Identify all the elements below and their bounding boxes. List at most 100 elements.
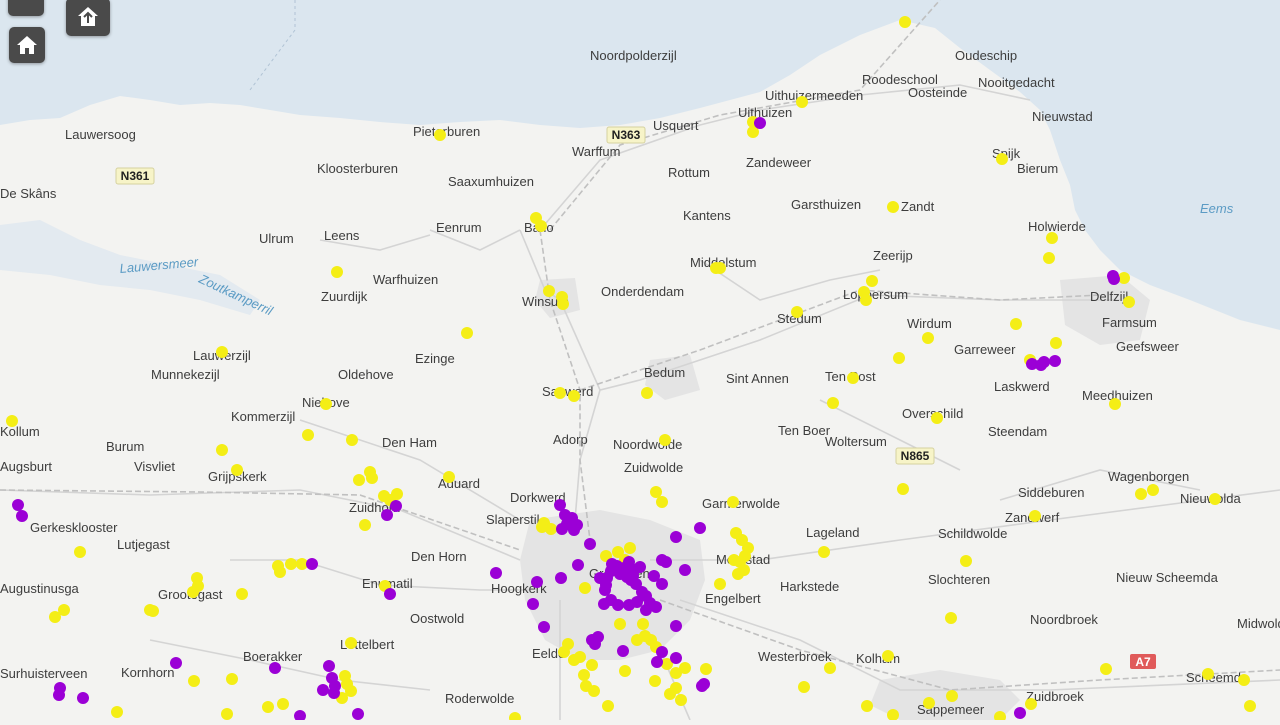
- map-marker-yellow[interactable]: [49, 611, 61, 623]
- map-marker-yellow[interactable]: [1135, 488, 1147, 500]
- map-marker-purple[interactable]: [384, 588, 396, 600]
- map-marker-yellow[interactable]: [74, 546, 86, 558]
- map-marker-purple[interactable]: [556, 523, 568, 535]
- map-marker-yellow[interactable]: [226, 673, 238, 685]
- map-marker-yellow[interactable]: [714, 262, 726, 274]
- map-marker-purple[interactable]: [170, 657, 182, 669]
- map-marker-yellow[interactable]: [827, 397, 839, 409]
- map-marker-purple[interactable]: [53, 689, 65, 701]
- map-marker-yellow[interactable]: [727, 496, 739, 508]
- map-marker-yellow[interactable]: [111, 706, 123, 718]
- map-marker-yellow[interactable]: [588, 685, 600, 697]
- map-marker-purple[interactable]: [16, 510, 28, 522]
- map-marker-purple[interactable]: [584, 538, 596, 550]
- map-marker-yellow[interactable]: [231, 464, 243, 476]
- map-marker-yellow[interactable]: [366, 472, 378, 484]
- map-marker-yellow[interactable]: [619, 665, 631, 677]
- map-marker-yellow[interactable]: [1025, 698, 1037, 710]
- map-marker-yellow[interactable]: [866, 275, 878, 287]
- map-marker-purple[interactable]: [538, 621, 550, 633]
- map-marker-yellow[interactable]: [791, 306, 803, 318]
- map-marker-purple[interactable]: [670, 620, 682, 632]
- map-marker-purple[interactable]: [568, 524, 580, 536]
- map-marker-yellow[interactable]: [650, 486, 662, 498]
- map-marker-purple[interactable]: [670, 531, 682, 543]
- map-marker-yellow[interactable]: [818, 546, 830, 558]
- map-marker-yellow[interactable]: [1244, 700, 1256, 712]
- map-marker-yellow[interactable]: [675, 694, 687, 706]
- map-marker-yellow[interactable]: [509, 712, 521, 724]
- map-marker-yellow[interactable]: [899, 16, 911, 28]
- map-marker-yellow[interactable]: [578, 669, 590, 681]
- map-marker-yellow[interactable]: [641, 387, 653, 399]
- export-button[interactable]: [66, 0, 110, 36]
- map-marker-yellow[interactable]: [574, 651, 586, 663]
- map-marker-yellow[interactable]: [353, 474, 365, 486]
- map-marker-yellow[interactable]: [847, 372, 859, 384]
- map-marker-yellow[interactable]: [586, 659, 598, 671]
- map-marker-yellow[interactable]: [1050, 337, 1062, 349]
- map-marker-yellow[interactable]: [893, 352, 905, 364]
- map-marker-purple[interactable]: [527, 598, 539, 610]
- map-marker-yellow[interactable]: [679, 662, 691, 674]
- map-marker-yellow[interactable]: [631, 634, 643, 646]
- map-marker-purple[interactable]: [594, 572, 606, 584]
- map-marker-yellow[interactable]: [1202, 668, 1214, 680]
- map-marker-purple[interactable]: [656, 578, 668, 590]
- map-marker-yellow[interactable]: [1147, 484, 1159, 496]
- map-marker-yellow[interactable]: [649, 675, 661, 687]
- map-marker-yellow[interactable]: [1238, 674, 1250, 686]
- map-marker-yellow[interactable]: [147, 605, 159, 617]
- map-marker-yellow[interactable]: [996, 153, 1008, 165]
- map-marker-yellow[interactable]: [188, 675, 200, 687]
- map-marker-yellow[interactable]: [637, 618, 649, 630]
- map-marker-purple[interactable]: [1049, 355, 1061, 367]
- map-marker-yellow[interactable]: [236, 588, 248, 600]
- map-marker-yellow[interactable]: [602, 700, 614, 712]
- map-marker-yellow[interactable]: [946, 690, 958, 702]
- map-marker-yellow[interactable]: [187, 586, 199, 598]
- map-marker-purple[interactable]: [617, 645, 629, 657]
- map-marker-yellow[interactable]: [732, 568, 744, 580]
- map-marker-yellow[interactable]: [887, 201, 899, 213]
- map-marker-yellow[interactable]: [557, 298, 569, 310]
- map-marker-yellow[interactable]: [1046, 232, 1058, 244]
- map-marker-yellow[interactable]: [860, 294, 872, 306]
- map-marker-purple[interactable]: [12, 499, 24, 511]
- map-marker-yellow[interactable]: [558, 646, 570, 658]
- map-marker-yellow[interactable]: [882, 650, 894, 662]
- map-marker-purple[interactable]: [269, 662, 281, 674]
- map-marker-yellow[interactable]: [359, 519, 371, 531]
- map-marker-yellow[interactable]: [262, 701, 274, 713]
- map-marker-yellow[interactable]: [728, 554, 740, 566]
- map-marker-yellow[interactable]: [824, 662, 836, 674]
- map-marker-yellow[interactable]: [535, 220, 547, 232]
- map-marker-purple[interactable]: [352, 708, 364, 720]
- map-marker-yellow[interactable]: [221, 708, 233, 720]
- map-marker-purple[interactable]: [317, 684, 329, 696]
- map-marker-yellow[interactable]: [346, 434, 358, 446]
- map-marker-yellow[interactable]: [545, 523, 557, 535]
- map-marker-purple[interactable]: [1035, 359, 1047, 371]
- map-marker-yellow[interactable]: [543, 285, 555, 297]
- map-marker-yellow[interactable]: [1109, 398, 1121, 410]
- map-marker-yellow[interactable]: [659, 434, 671, 446]
- map-marker-yellow[interactable]: [554, 387, 566, 399]
- map-marker-yellow[interactable]: [331, 266, 343, 278]
- map-marker-yellow[interactable]: [461, 327, 473, 339]
- map-marker-yellow[interactable]: [861, 700, 873, 712]
- map-marker-yellow[interactable]: [345, 637, 357, 649]
- map-marker-purple[interactable]: [77, 692, 89, 704]
- map-marker-purple[interactable]: [1014, 707, 1026, 719]
- map-marker-yellow[interactable]: [443, 471, 455, 483]
- map-marker-yellow[interactable]: [960, 555, 972, 567]
- map-marker-purple[interactable]: [694, 522, 706, 534]
- map-marker-yellow[interactable]: [923, 697, 935, 709]
- map-canvas[interactable]: Eems Lauwersmeer Zoutkamperril N361 N363…: [0, 0, 1280, 724]
- map-marker-yellow[interactable]: [796, 96, 808, 108]
- map-marker-yellow[interactable]: [216, 444, 228, 456]
- map-marker-yellow[interactable]: [216, 346, 228, 358]
- map-marker-purple[interactable]: [531, 576, 543, 588]
- map-marker-yellow[interactable]: [931, 412, 943, 424]
- map-svg[interactable]: Eems Lauwersmeer Zoutkamperril N361 N363…: [0, 0, 1280, 724]
